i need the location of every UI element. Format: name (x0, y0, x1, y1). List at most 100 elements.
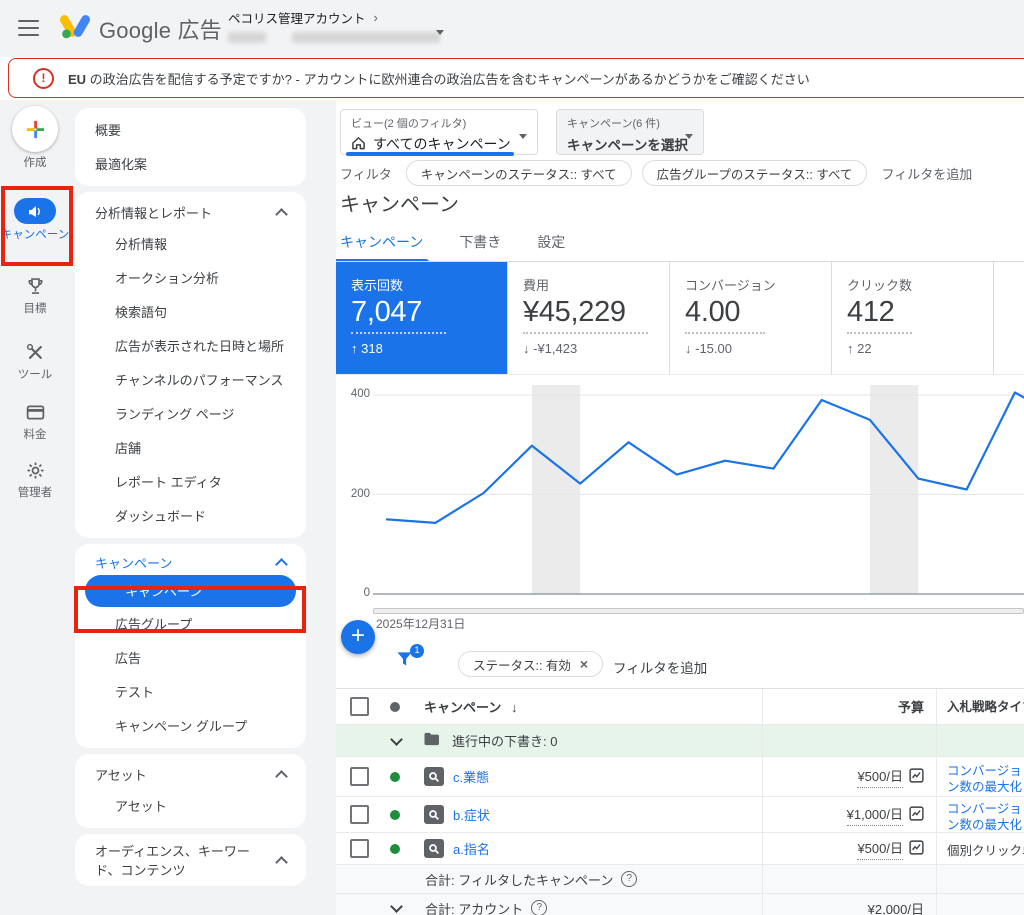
mini-sidebar-item-campaigns[interactable]: キャンペーン (0, 198, 70, 242)
mini-sidebar-item-create[interactable]: 作成 (0, 106, 70, 170)
filter-bar: フィルタ キャンペーンのステータス:: すべて広告グループのステータス:: すべ… (340, 160, 972, 186)
bid-strategy-cell[interactable]: コンバージョン数の最大化 (936, 757, 1024, 796)
filter-count-badge: 1 (410, 644, 424, 658)
tab-campaigns-active[interactable]: キャンペーン (340, 232, 423, 260)
nav-item[interactable]: 最適化案 (75, 147, 306, 181)
search-campaign-icon (424, 767, 444, 786)
nav-item[interactable]: 広告 (75, 641, 306, 675)
table-header-row: キャンペーン ↓ 予算入札戦略タイプ (336, 689, 1024, 725)
status-enabled-dot (390, 772, 400, 782)
nav-item[interactable]: オークション分析 (75, 261, 306, 295)
add-table-filter-button[interactable]: フィルタを追加 (613, 657, 707, 677)
nav-item[interactable]: キャンペーン グループ (75, 709, 306, 743)
mini-sidebar-item-billing[interactable]: 料金 (0, 400, 70, 442)
scorecard-partial (994, 262, 1024, 374)
chart-start-date: 2025年12月31日 (376, 615, 465, 632)
nav-card: 分析情報とレポート分析情報オークション分析検索語句広告が表示された日時と場所チャ… (75, 192, 306, 538)
nav-item[interactable]: 広告グループ (75, 607, 306, 641)
home-icon (351, 136, 366, 153)
scorecard-clicks[interactable]: クリック数412↑ 22 (832, 262, 994, 374)
nav-item[interactable]: 分析情報 (75, 227, 306, 261)
mini-sidebar-label: 目標 (24, 302, 47, 316)
scorecard-impressions[interactable]: 表示回数7,047↑ 318 (336, 262, 508, 374)
tab-item[interactable]: 設定 (537, 232, 565, 260)
campaign-name-link[interactable]: a.指名 (453, 839, 490, 858)
scorecard-conversions[interactable]: コンバージョン4.00↓ -15.00 (670, 262, 832, 374)
chevron-down-icon[interactable] (390, 900, 403, 913)
status-column-dot (390, 702, 400, 712)
tools-icon (25, 340, 45, 364)
add-filter-button[interactable]: フィルタを追加 (881, 164, 972, 183)
help-icon[interactable]: ? (531, 900, 547, 915)
status-filter-chip[interactable]: ステータス:: 有効 × (458, 651, 603, 677)
account-breadcrumb: ペコリス管理アカウント (228, 8, 366, 27)
nav-item[interactable]: テスト (75, 675, 306, 709)
chevron-up-icon (275, 770, 288, 783)
budget-chart-icon[interactable] (909, 768, 924, 786)
nav-item[interactable]: 概要 (75, 113, 306, 147)
budget-cell: ¥1,000/日 (762, 797, 936, 832)
scorecard-label: コンバージョン (685, 275, 831, 294)
nav-card: キャンペーンキャンペーン広告グループ広告テストキャンペーン グループ (75, 544, 306, 748)
nav-item[interactable]: ランディング ページ (75, 397, 306, 431)
scorecard-delta: ↑ 318 (351, 341, 507, 356)
nav-item[interactable]: アセット (75, 789, 306, 823)
row-checkbox[interactable] (350, 805, 369, 824)
draft-campaigns-row[interactable]: 進行中の下書き: 0 (336, 725, 1024, 757)
row-checkbox[interactable] (350, 839, 369, 858)
campaign-name-link[interactable]: b.症状 (453, 805, 490, 824)
y-axis-tick-label: 200 (336, 488, 370, 500)
mini-sidebar-item-admin[interactable]: 管理者 (0, 458, 70, 500)
bid-strategy-cell[interactable]: コンバージョン数の最大化 (936, 797, 1024, 832)
account-selector[interactable]: ペコリス管理アカウント › (228, 8, 458, 43)
budget-value[interactable]: ¥500/日 (857, 766, 903, 788)
totals-strategy-cell (936, 894, 1024, 915)
nav-item[interactable]: 店舗 (75, 431, 306, 465)
mini-sidebar-item-goals[interactable]: 目標 (0, 274, 70, 316)
menu-icon[interactable] (18, 20, 39, 41)
add-campaign-fab[interactable]: + (341, 620, 375, 654)
help-icon[interactable]: ? (621, 871, 637, 887)
campaign-name-link[interactable]: c.業態 (453, 767, 489, 786)
draft-row-label: 進行中の下書き: 0 (452, 731, 557, 750)
budget-value[interactable]: ¥500/日 (857, 838, 903, 860)
trophy-icon (25, 274, 46, 298)
remove-filter-icon[interactable]: × (580, 656, 588, 672)
scorecard-value: 4.00 (685, 296, 831, 329)
scorecard-label: 費用 (523, 275, 669, 294)
scorecard-cost[interactable]: 費用¥45,229↓ -¥1,423 (508, 262, 670, 374)
nav-section-header[interactable]: 分析情報とレポート (75, 197, 306, 227)
select-all-checkbox[interactable] (350, 697, 369, 716)
scorecard-value: 412 (847, 296, 993, 329)
nav-item[interactable]: チャンネルのパフォーマンス (75, 363, 306, 397)
row-checkbox[interactable] (350, 767, 369, 786)
budget-chart-icon[interactable] (909, 840, 924, 858)
column-header-bid-strategy[interactable]: 入札戦略タイプ (936, 689, 1024, 724)
view-picker-active-underline (346, 152, 514, 156)
view-picker[interactable]: ビュー(2 個のフィルタ) すべてのキャンペーン (340, 109, 538, 155)
google-ads-logo[interactable]: Google 広告 (60, 12, 222, 45)
tab-item[interactable]: 下書き (459, 232, 501, 260)
nav-item[interactable]: 広告が表示された日時と場所 (75, 329, 306, 363)
nav-item[interactable]: レポート エディタ (75, 465, 306, 499)
campaign-picker[interactable]: キャンペーン(6 件) キャンペーンを選択 (556, 109, 704, 155)
column-header-budget[interactable]: 予算 (762, 689, 936, 724)
nav-item[interactable]: 検索語句 (75, 295, 306, 329)
filter-chip[interactable]: キャンペーンのステータス:: すべて (406, 160, 632, 186)
chevron-up-icon (275, 558, 288, 571)
budget-value[interactable]: ¥1,000/日 (847, 804, 903, 826)
nav-section-header[interactable]: キャンペーン (75, 549, 306, 575)
chart-scrollbar[interactable] (373, 608, 1024, 614)
nav-item-selected[interactable]: キャンペーン (85, 575, 296, 607)
account-dropdown-caret-icon[interactable] (436, 30, 444, 35)
chevron-down-icon[interactable] (390, 733, 403, 746)
filter-chip[interactable]: 広告グループのステータス:: すべて (642, 160, 868, 186)
mini-sidebar-label: ツール (18, 368, 53, 382)
nav-section-label: アセット (95, 765, 147, 784)
nav-section-header[interactable]: オーディエンス、キーワード、コンテンツ (75, 839, 306, 881)
column-header-campaign[interactable]: キャンペーン ↓ (424, 697, 517, 716)
nav-item[interactable]: ダッシュボード (75, 499, 306, 533)
nav-section-header[interactable]: アセット (75, 759, 306, 789)
budget-chart-icon[interactable] (909, 806, 924, 824)
mini-sidebar-item-tools[interactable]: ツール (0, 340, 70, 382)
